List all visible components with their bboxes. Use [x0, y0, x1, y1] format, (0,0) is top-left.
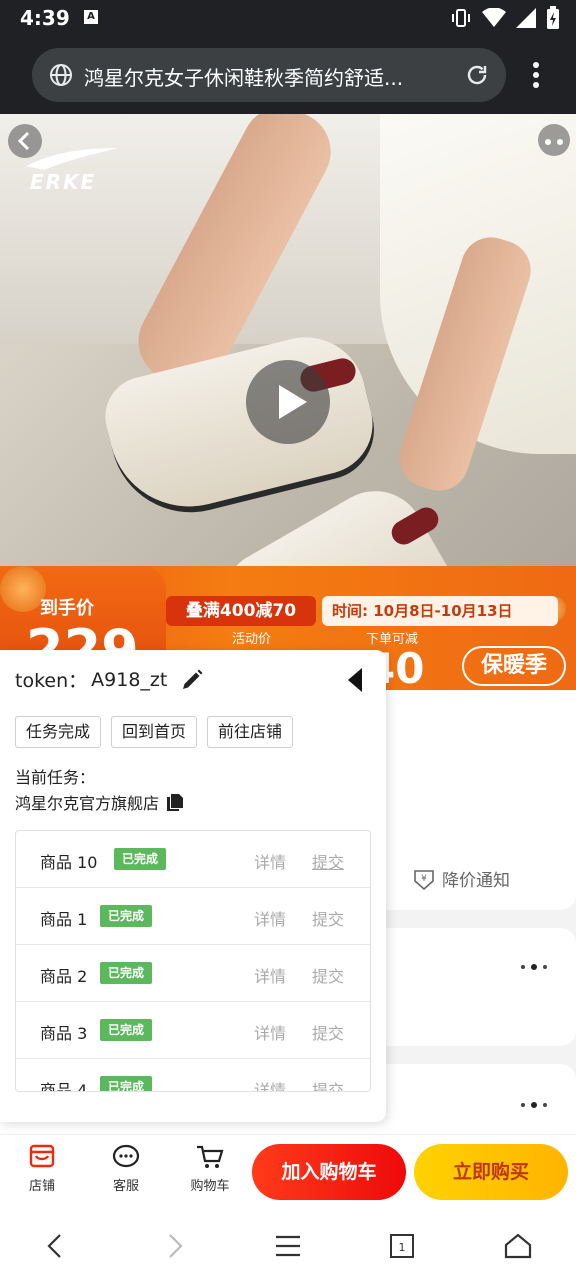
status-badge: 已完成: [100, 905, 153, 927]
status-icons: [450, 6, 560, 30]
price-alert-button[interactable]: ¥ 降价通知: [412, 866, 510, 891]
current-task-shop: 鸿星尔克官方旗舰店: [15, 790, 185, 814]
price-tag-icon: ¥: [414, 869, 434, 890]
token-value: A918_zt: [91, 668, 168, 691]
task-list: 商品 10 已完成 详情 提交 商品 1 已完成 详情 提交 商品 2 已完成 …: [15, 830, 371, 1092]
table-row: 商品 2 已完成 详情 提交: [16, 945, 370, 1002]
submit-link[interactable]: 提交: [312, 906, 344, 930]
go-to-store-button[interactable]: 前往店铺: [207, 716, 294, 748]
play-video-button[interactable]: [246, 360, 330, 444]
vibrate-icon: [452, 9, 470, 27]
task-panel: token： A918_zt 任务完成 回到首页 前往店铺 当前任务： 鸿星尔克…: [0, 650, 386, 1122]
nav-forward-icon[interactable]: [158, 1230, 190, 1262]
svg-text:1: 1: [399, 1241, 406, 1254]
panel-button-row: 任务完成 回到首页 前往店铺: [15, 716, 294, 748]
nav-back-icon[interactable]: [40, 1230, 72, 1262]
customer-service-button[interactable]: 客服: [96, 1143, 156, 1194]
detail-link[interactable]: 详情: [254, 906, 286, 930]
item-name: 商品 2: [40, 967, 88, 986]
customer-service-label: 客服: [112, 1179, 139, 1194]
detail-link[interactable]: 详情: [254, 1077, 286, 1091]
task-shop-name: 鸿星尔克官方旗舰店: [15, 794, 160, 813]
status-bar: 4:39 A: [0, 0, 576, 36]
status-badge: 已完成: [100, 962, 153, 984]
pencil-icon[interactable]: [179, 667, 205, 693]
status-badge: 已完成: [100, 1076, 153, 1091]
promo-period: 时间: 10月8日-10月13日: [322, 596, 558, 626]
wifi-icon: [482, 8, 506, 27]
store-label: 店铺: [28, 1179, 55, 1194]
final-price-label: 到手价: [40, 598, 94, 619]
signal-icon: [516, 8, 536, 28]
svg-text:¥: ¥: [421, 874, 427, 884]
token-row: token： A918_zt: [15, 666, 205, 693]
item-name: 商品 4: [40, 1081, 88, 1092]
more-dots-icon: [521, 1102, 547, 1108]
detail-link[interactable]: 详情: [254, 849, 286, 873]
chat-icon: [112, 1144, 140, 1168]
address-bar[interactable]: 鸿星尔克女子休闲鞋秋季简约舒适...: [32, 48, 506, 102]
browser-menu-icon[interactable]: [524, 60, 548, 90]
detail-link[interactable]: 详情: [254, 963, 286, 987]
chevron-left-icon: [17, 131, 30, 151]
status-badge: 已完成: [100, 1019, 153, 1041]
store-icon: [29, 1144, 55, 1168]
notification-icon: A: [84, 10, 98, 24]
store-button[interactable]: 店铺: [12, 1143, 72, 1194]
more-dots-icon: [545, 139, 563, 145]
brand-name: ERKE: [30, 170, 97, 194]
play-icon: [279, 385, 307, 419]
back-button[interactable]: [8, 124, 42, 158]
season-badge: 保暖季: [462, 646, 566, 686]
cart-label: 购物车: [190, 1179, 230, 1194]
globe-icon: [50, 64, 72, 86]
table-row: 商品 1 已完成 详情 提交: [16, 888, 370, 945]
shopping-cart-icon: [197, 1145, 224, 1168]
item-name: 商品 1: [40, 910, 88, 929]
item-name: 商品 10: [40, 853, 98, 872]
nav-menu-icon[interactable]: [272, 1230, 304, 1262]
table-row: 商品 4 已完成 详情 提交: [16, 1059, 370, 1092]
buy-now-button[interactable]: 立即购买: [414, 1144, 568, 1200]
battery-icon: [547, 6, 559, 29]
table-row: 商品 10 已完成 详情 提交: [16, 831, 370, 888]
nav-home-icon[interactable]: [502, 1230, 534, 1262]
task-complete-button[interactable]: 任务完成: [15, 716, 102, 748]
browser-toolbar: 鸿星尔克女子休闲鞋秋季简约舒适...: [0, 36, 576, 114]
back-home-button[interactable]: 回到首页: [111, 716, 198, 748]
price-alert-label: 降价通知: [442, 871, 510, 891]
submit-link[interactable]: 提交: [312, 963, 344, 987]
reload-icon[interactable]: [464, 62, 490, 88]
more-button[interactable]: [538, 124, 570, 156]
submit-link[interactable]: 提交: [312, 849, 344, 873]
cart-button[interactable]: 购物车: [180, 1143, 240, 1194]
token-label: token：: [15, 670, 88, 692]
system-nav-bar: 1: [0, 1210, 576, 1280]
submit-link[interactable]: 提交: [312, 1077, 344, 1091]
table-row: 商品 3 已完成 详情 提交: [16, 1002, 370, 1059]
collapse-panel-icon[interactable]: [346, 666, 366, 694]
status-time: 4:39: [20, 6, 70, 30]
copy-icon[interactable]: [165, 792, 185, 812]
submit-link[interactable]: 提交: [312, 1020, 344, 1044]
bottom-action-bar: 店铺 客服 购物车 加入购物车 立即购买: [0, 1134, 576, 1210]
url-text[interactable]: 鸿星尔克女子休闲鞋秋季简约舒适...: [84, 62, 454, 91]
status-badge: 已完成: [114, 848, 167, 870]
more-dots-icon: [521, 964, 547, 970]
current-task-label: 当前任务：: [15, 768, 96, 787]
nav-tabs-icon[interactable]: 1: [386, 1230, 418, 1262]
item-name: 商品 3: [40, 1024, 88, 1043]
add-to-cart-button[interactable]: 加入购物车: [252, 1144, 406, 1200]
detail-link[interactable]: 详情: [254, 1020, 286, 1044]
deal-tag: 叠满400减70: [166, 596, 316, 626]
